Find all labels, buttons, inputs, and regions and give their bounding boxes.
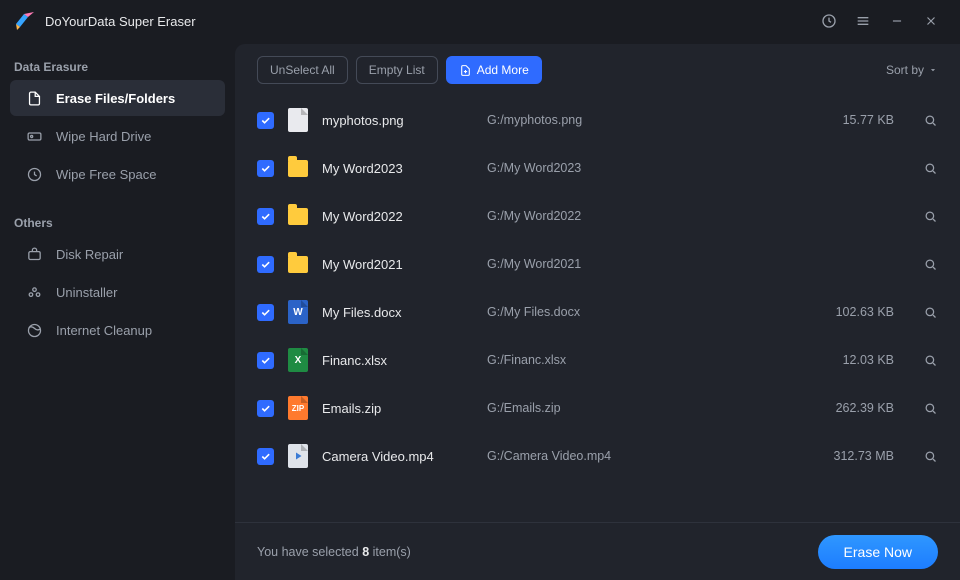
file-row[interactable]: My Word2023G:/My Word2023 bbox=[249, 144, 946, 192]
app-title: DoYourData Super Eraser bbox=[45, 14, 196, 29]
sort-by-dropdown[interactable]: Sort by bbox=[886, 63, 938, 77]
file-row[interactable]: myphotos.pngG:/myphotos.png15.77 KB bbox=[249, 96, 946, 144]
sidebar-item-label: Disk Repair bbox=[56, 247, 123, 262]
menu-icon[interactable] bbox=[846, 6, 880, 36]
add-more-label: Add More bbox=[477, 63, 529, 77]
unselect-all-button[interactable]: UnSelect All bbox=[257, 56, 348, 84]
file-size: 102.63 KB bbox=[804, 305, 894, 319]
search-icon[interactable] bbox=[894, 401, 938, 416]
file-type-icon: X bbox=[288, 349, 308, 371]
file-size: 15.77 KB bbox=[804, 113, 894, 127]
globe-icon bbox=[24, 320, 44, 340]
trash-icon bbox=[24, 282, 44, 302]
clock-icon bbox=[24, 164, 44, 184]
minimize-button[interactable] bbox=[880, 6, 914, 36]
search-icon[interactable] bbox=[894, 449, 938, 464]
file-icon bbox=[24, 88, 44, 108]
file-name: My Files.docx bbox=[322, 305, 487, 320]
app-logo-icon bbox=[14, 10, 36, 32]
file-name: Financ.xlsx bbox=[322, 353, 487, 368]
checkbox[interactable] bbox=[257, 448, 274, 465]
checkbox[interactable] bbox=[257, 208, 274, 225]
sidebar-section-header: Others bbox=[0, 208, 235, 236]
file-size: 312.73 MB bbox=[804, 449, 894, 463]
checkbox[interactable] bbox=[257, 256, 274, 273]
file-name: My Word2023 bbox=[322, 161, 487, 176]
sidebar-item-internet-cleanup[interactable]: Internet Cleanup bbox=[10, 312, 225, 348]
file-name: My Word2021 bbox=[322, 257, 487, 272]
add-more-button[interactable]: Add More bbox=[446, 56, 542, 84]
sidebar: Data Erasure Erase Files/Folders Wipe Hard… bbox=[0, 42, 235, 580]
checkbox[interactable] bbox=[257, 112, 274, 129]
add-file-icon bbox=[459, 64, 472, 77]
toolbox-icon bbox=[24, 244, 44, 264]
checkbox[interactable] bbox=[257, 160, 274, 177]
checkbox[interactable] bbox=[257, 352, 274, 369]
file-size: 12.03 KB bbox=[804, 353, 894, 367]
file-name: myphotos.png bbox=[322, 113, 487, 128]
file-list: myphotos.pngG:/myphotos.png15.77 KBMy Wo… bbox=[235, 96, 960, 522]
file-type-icon: W bbox=[288, 301, 308, 323]
file-row[interactable]: My Word2022G:/My Word2022 bbox=[249, 192, 946, 240]
selection-status: You have selected 8 item(s) bbox=[257, 545, 411, 559]
main-panel: UnSelect All Empty List Add More Sort by… bbox=[235, 44, 960, 580]
file-name: My Word2022 bbox=[322, 209, 487, 224]
close-button[interactable] bbox=[914, 6, 948, 36]
sidebar-item-label: Wipe Free Space bbox=[56, 167, 156, 182]
file-path: G:/Camera Video.mp4 bbox=[487, 449, 804, 463]
search-icon[interactable] bbox=[894, 113, 938, 128]
sidebar-item-erase-files-folders[interactable]: Erase Files/Folders bbox=[10, 80, 225, 116]
sidebar-item-label: Wipe Hard Drive bbox=[56, 129, 151, 144]
file-type-icon bbox=[288, 157, 308, 179]
footer: You have selected 8 item(s) Erase Now bbox=[235, 522, 960, 580]
file-path: G:/My Word2023 bbox=[487, 161, 804, 175]
file-type-icon bbox=[288, 253, 308, 275]
file-size: 262.39 KB bbox=[804, 401, 894, 415]
file-path: G:/Financ.xlsx bbox=[487, 353, 804, 367]
history-icon[interactable] bbox=[812, 6, 846, 36]
file-row[interactable]: My Word2021G:/My Word2021 bbox=[249, 240, 946, 288]
sidebar-section-header: Data Erasure bbox=[0, 52, 235, 80]
file-path: G:/myphotos.png bbox=[487, 113, 804, 127]
titlebar: DoYourData Super Eraser bbox=[0, 0, 960, 42]
file-type-icon bbox=[288, 109, 308, 131]
file-row[interactable]: X Financ.xlsxG:/Financ.xlsx12.03 KB bbox=[249, 336, 946, 384]
chevron-down-icon bbox=[928, 65, 938, 75]
file-type-icon bbox=[288, 445, 308, 467]
sidebar-item-uninstaller[interactable]: Uninstaller bbox=[10, 274, 225, 310]
sidebar-item-wipe-hard-drive[interactable]: Wipe Hard Drive bbox=[10, 118, 225, 154]
file-path: G:/My Files.docx bbox=[487, 305, 804, 319]
sidebar-item-wipe-free-space[interactable]: Wipe Free Space bbox=[10, 156, 225, 192]
file-type-icon bbox=[288, 205, 308, 227]
file-type-icon: ZIP bbox=[288, 397, 308, 419]
sidebar-item-label: Internet Cleanup bbox=[56, 323, 152, 338]
sort-by-label: Sort by bbox=[886, 63, 924, 77]
checkbox[interactable] bbox=[257, 400, 274, 417]
toolbar: UnSelect All Empty List Add More Sort by bbox=[235, 44, 960, 96]
file-name: Camera Video.mp4 bbox=[322, 449, 487, 464]
search-icon[interactable] bbox=[894, 257, 938, 272]
file-row[interactable]: Camera Video.mp4G:/Camera Video.mp4312.7… bbox=[249, 432, 946, 480]
file-row[interactable]: ZIP Emails.zipG:/Emails.zip262.39 KB bbox=[249, 384, 946, 432]
file-path: G:/My Word2022 bbox=[487, 209, 804, 223]
erase-now-button[interactable]: Erase Now bbox=[818, 535, 938, 569]
empty-list-button[interactable]: Empty List bbox=[356, 56, 438, 84]
search-icon[interactable] bbox=[894, 353, 938, 368]
sidebar-item-disk-repair[interactable]: Disk Repair bbox=[10, 236, 225, 272]
drive-icon bbox=[24, 126, 44, 146]
sidebar-item-label: Uninstaller bbox=[56, 285, 117, 300]
file-path: G:/My Word2021 bbox=[487, 257, 804, 271]
sidebar-item-label: Erase Files/Folders bbox=[56, 91, 175, 106]
file-row[interactable]: W My Files.docxG:/My Files.docx102.63 KB bbox=[249, 288, 946, 336]
file-path: G:/Emails.zip bbox=[487, 401, 804, 415]
search-icon[interactable] bbox=[894, 161, 938, 176]
search-icon[interactable] bbox=[894, 209, 938, 224]
file-name: Emails.zip bbox=[322, 401, 487, 416]
search-icon[interactable] bbox=[894, 305, 938, 320]
checkbox[interactable] bbox=[257, 304, 274, 321]
